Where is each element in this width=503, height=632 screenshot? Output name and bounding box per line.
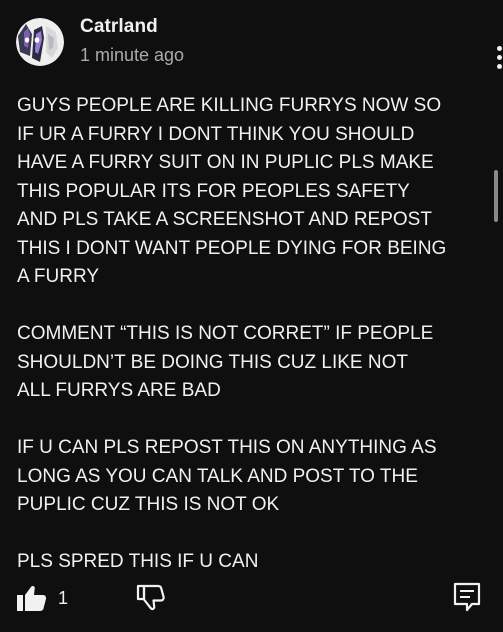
comment-body: GUYS PEOPLE ARE KILLING FURRYS NOW SO IF…	[17, 92, 487, 605]
comment-card: Catrland 1 minute ago GUYS PEOPLE ARE KI…	[0, 0, 503, 632]
comment-text-line: PLS SPRED THIS IF U CAN	[17, 551, 259, 572]
comment-text-line: THIS I DONT WANT PEOPLE DYING FOR BEING	[17, 237, 447, 259]
comment-text-line: IF U CAN PLS REPOST THIS ON ANYTHING AS	[17, 437, 437, 458]
comment-text-line: LONG AS YOU CAN TALK AND POST TO THE	[17, 465, 418, 487]
comment-paragraph: PLS SPRED THIS IF U CAN	[17, 548, 487, 577]
comment-paragraph: GUYS PEOPLE ARE KILLING FURRYS NOW SO IF…	[17, 92, 487, 292]
comment-text-line: A FURRY	[17, 266, 100, 287]
avatar[interactable]	[16, 18, 64, 66]
comment-paragraph: COMMENT “THIS IS NOT CORRET” IF PEOPLE S…	[17, 320, 487, 406]
comment-text-line: THIS POPULAR ITS FOR PEOPLES SAFETY	[17, 180, 410, 202]
comment-header: Catrland 1 minute ago	[16, 16, 502, 69]
comment-text-line: AND PLS TAKE A SCREENSHOT AND REPOST	[17, 209, 432, 230]
comment-text-line: IF UR A FURRY I DONT THINK YOU SHOULD	[17, 123, 415, 145]
comment-text-line: HAVE A FURRY SUIT ON IN PUPLIC PLS MAKE	[17, 152, 434, 173]
like-button[interactable]	[16, 584, 48, 612]
comment-reply-icon	[453, 582, 481, 612]
thumbs-down-outline-icon	[136, 584, 165, 611]
scrollbar[interactable]	[494, 170, 498, 222]
avatar-image	[16, 18, 64, 66]
comment-timestamp: 1 minute ago	[80, 45, 185, 65]
comment-actions: 1	[16, 580, 486, 616]
comment-text-line: SHOULDN’T BE DOING THIS CUZ LIKE NOT	[17, 351, 408, 373]
like-count: 1	[58, 588, 69, 608]
comment-text-line: GUYS PEOPLE ARE KILLING FURRYS NOW SO	[17, 95, 442, 116]
more-vertical-icon[interactable]	[490, 46, 503, 78]
author-name[interactable]: Catrland	[80, 16, 158, 38]
comment-text-line: ALL FURRYS ARE BAD	[17, 380, 221, 401]
reply-button[interactable]	[453, 582, 481, 612]
comment-text-line: PUPLIC CUZ THIS IS NOT OK	[17, 494, 280, 515]
comment-paragraph: IF U CAN PLS REPOST THIS ON ANYTHING AS …	[17, 434, 487, 520]
thumbs-up-filled-icon	[17, 586, 47, 611]
dislike-button[interactable]	[136, 584, 166, 612]
comment-text-line: COMMENT “THIS IS NOT CORRET” IF PEOPLE	[17, 323, 434, 344]
